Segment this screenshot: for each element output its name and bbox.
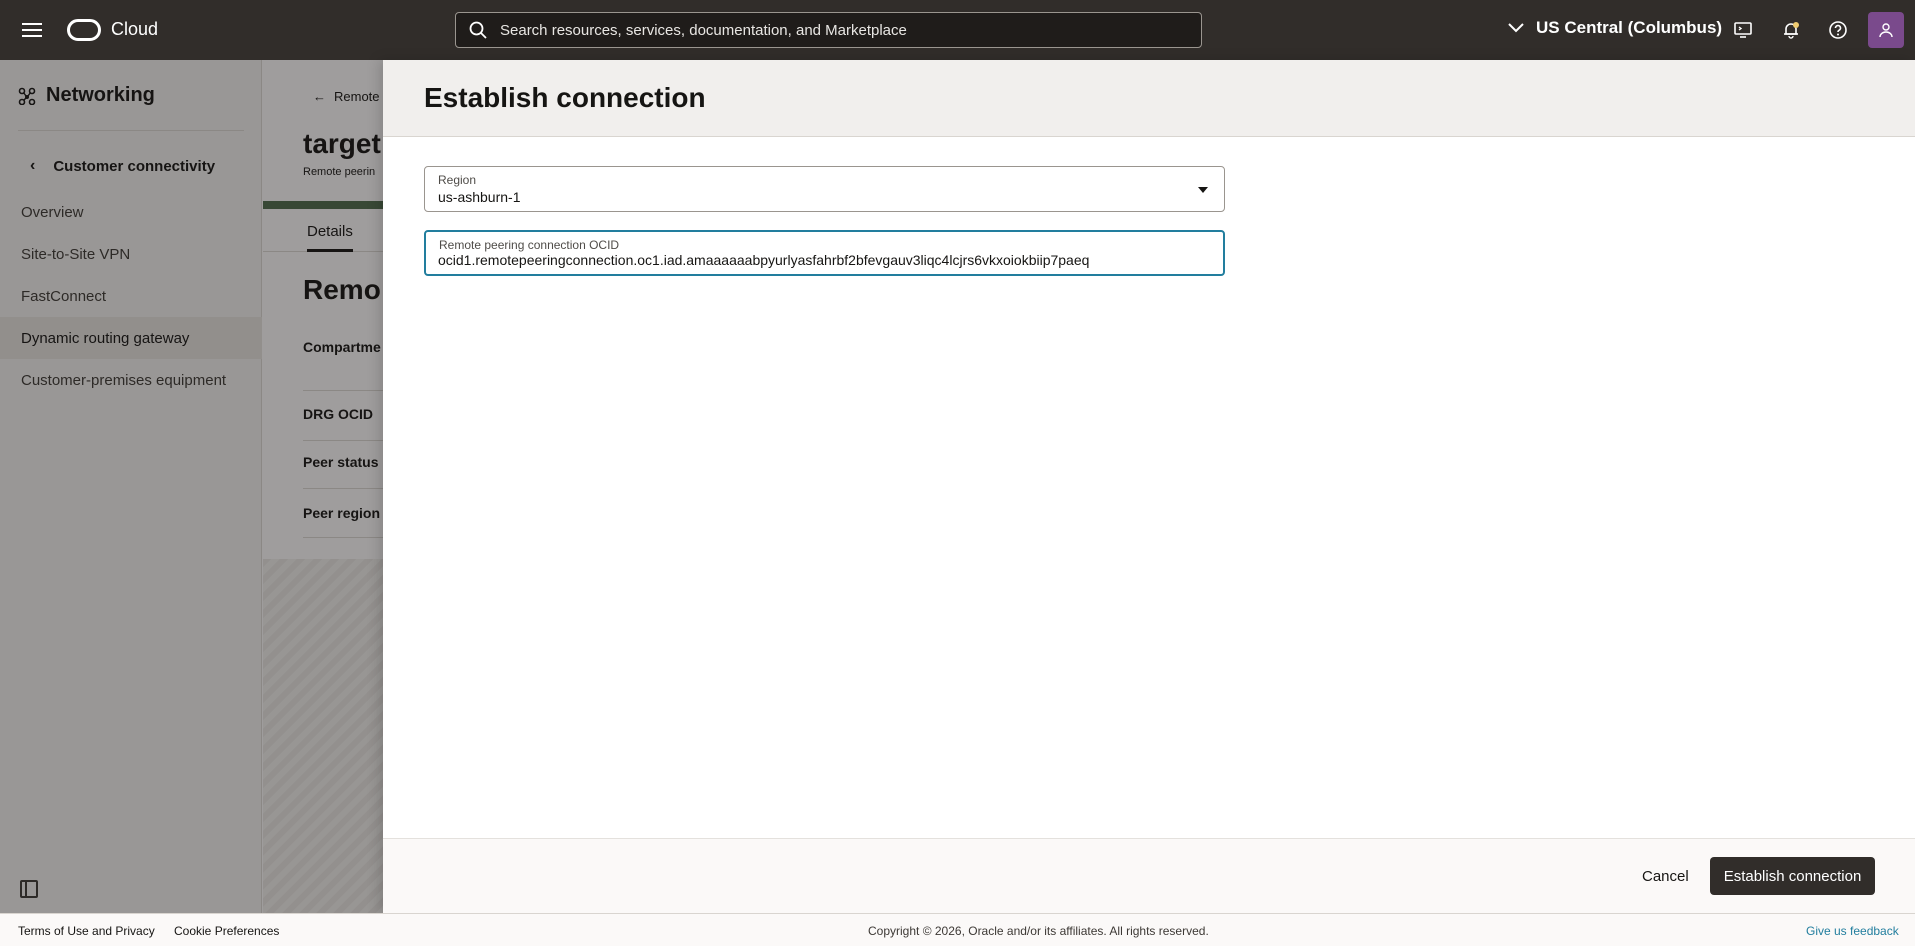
terms-link[interactable]: Terms of Use and Privacy: [18, 924, 155, 938]
brand-label[interactable]: Cloud: [111, 19, 158, 40]
user-icon[interactable]: [1868, 12, 1904, 48]
region-selector[interactable]: US Central (Columbus): [1508, 18, 1722, 38]
cloud-shell-icon[interactable]: [1731, 18, 1755, 42]
drawer-title: Establish connection: [424, 82, 706, 113]
region-select[interactable]: Region us-ashburn-1: [424, 166, 1225, 212]
oracle-logo[interactable]: [67, 19, 101, 41]
ocid-field-label: Remote peering connection OCID: [439, 238, 620, 252]
copyright-text: Copyright © 2026, Oracle and/or its affi…: [868, 924, 1209, 938]
search-box[interactable]: [455, 12, 1202, 48]
establish-connection-drawer: Establish connection Region us-ashburn-1…: [383, 60, 1915, 913]
drawer-header: Establish connection: [383, 60, 1915, 137]
cancel-button[interactable]: Cancel: [1626, 857, 1705, 895]
help-icon[interactable]: [1826, 18, 1850, 42]
bell-icon[interactable]: [1779, 18, 1803, 42]
region-field-value: us-ashburn-1: [438, 189, 521, 205]
region-field-label: Region: [438, 173, 477, 187]
chevron-down-icon: [1508, 23, 1524, 33]
page-footer: Terms of Use and Privacy Cookie Preferen…: [0, 913, 1915, 946]
ocid-input[interactable]: [438, 252, 1198, 268]
search-icon: [469, 21, 487, 39]
cookie-preferences-link[interactable]: Cookie Preferences: [174, 924, 279, 938]
caret-down-icon[interactable]: [1198, 187, 1208, 193]
top-header: Cloud US Central (Columbus): [0, 0, 1915, 60]
feedback-link[interactable]: Give us feedback: [1806, 924, 1899, 938]
search-input[interactable]: [500, 21, 1160, 39]
menu-icon[interactable]: [20, 19, 44, 41]
ocid-field[interactable]: Remote peering connection OCID: [424, 230, 1225, 276]
drawer-footer: Cancel Establish connection: [383, 838, 1915, 913]
region-label: US Central (Columbus): [1536, 18, 1723, 37]
modal-overlay[interactable]: [0, 60, 383, 913]
establish-connection-button[interactable]: Establish connection: [1710, 857, 1875, 895]
